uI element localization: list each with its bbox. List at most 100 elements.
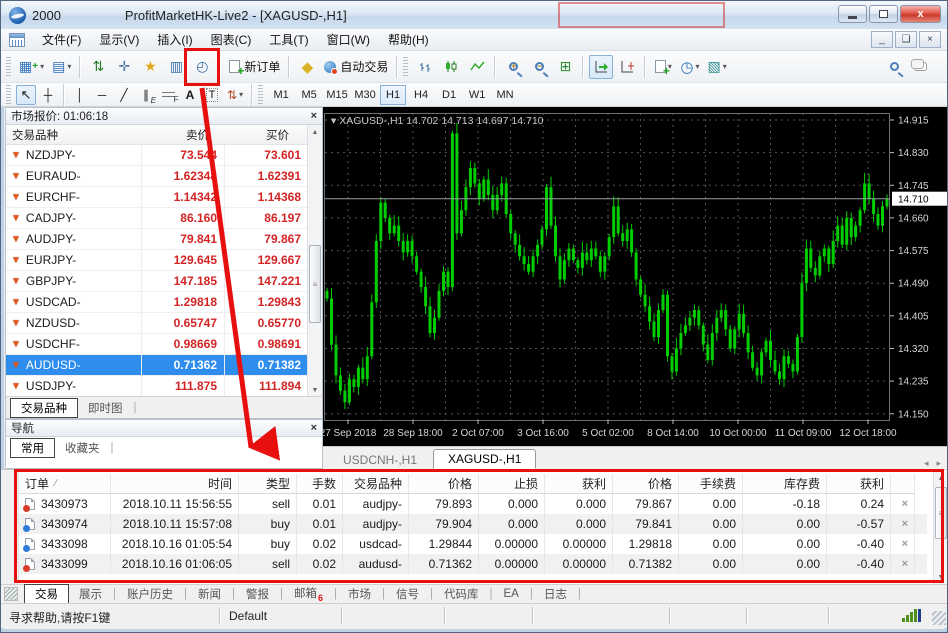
scroll-right-icon[interactable]: ▸ [936,458,941,469]
market-watch-row[interactable]: ▼ CADJPY- 86.160 86.197 [6,208,322,229]
new-order-button[interactable]: + 新订单 [226,55,283,79]
orders-column-5[interactable]: 交易品种 [343,474,409,494]
market-watch-row[interactable]: ▼ EURAUD- 1.62348 1.62391 [6,166,322,187]
zoom-in-button[interactable]: + [501,55,525,79]
navigator-toggle-button[interactable]: ★ [138,55,162,79]
orders-column-1[interactable]: 订单 ∕ [19,474,111,494]
scroll-up-icon[interactable]: ▲ [934,471,947,485]
terminal-tab-9[interactable]: 代码库 [434,585,489,603]
column-ask[interactable]: 买价 [215,127,295,143]
crosshair-tool-button[interactable]: ┼ [38,85,58,105]
market-watch-row[interactable]: ▼ EURJPY- 129.645 129.667 [6,250,322,271]
metaeditor-button[interactable]: ◆ [295,55,319,79]
chart-window-icon[interactable] [9,32,25,47]
toolbar-grip[interactable] [258,84,264,105]
mdi-restore-button[interactable]: ❏ [895,31,917,48]
navigator-tab-1[interactable]: 常用 [10,438,55,458]
panel-grip-icon[interactable] [4,587,18,601]
navigator-close-icon[interactable]: × [311,422,317,434]
terminal-tab-1[interactable]: 交易 [24,584,69,604]
strategy-tester-button[interactable]: ◴ [190,55,214,79]
orders-column-12[interactable]: 获利 [827,474,891,494]
close-order-icon[interactable]: × [902,498,908,510]
timeframe-h4[interactable]: H4 [408,85,434,105]
terminal-tab-5[interactable]: 警报 [236,585,279,603]
toolbar-grip[interactable] [403,56,409,77]
line-chart-button[interactable] [465,55,489,79]
profiles-button[interactable]: ▤ ▾ [49,55,74,79]
text-tool-button[interactable]: A [180,85,200,105]
chat-button[interactable] [908,55,932,79]
market-watch-title-bar[interactable]: 市场报价: 01:06:18 × [6,108,322,125]
search-button[interactable] [882,55,906,79]
timeframe-m5[interactable]: M5 [296,85,322,105]
market-watch-row[interactable]: ▼ USDJPY- 111.875 111.894 [6,376,322,397]
new-chart-button[interactable]: ▦ + ▾ [16,55,47,79]
market-watch-toggle-button[interactable]: ⇅ [86,55,110,79]
timeframe-m30[interactable]: M30 [352,85,378,105]
market-watch-row[interactable]: ▼ AUDJPY- 79.841 79.867 [6,229,322,250]
terminal-tab-11[interactable]: 日志 [534,585,577,603]
scroll-thumb[interactable]: ≡ [935,487,947,539]
close-button[interactable]: x [900,5,941,23]
indicators-button[interactable]: + ▾ [651,55,675,79]
terminal-tab-10[interactable]: EA [494,587,529,601]
terminal-scrollbar[interactable]: ▲ ≡ ▼ [933,471,947,584]
scroll-thumb[interactable]: ≡ [309,245,321,323]
chart-tab-1[interactable]: USDCNH-,H1 [329,451,431,469]
orders-column-2[interactable]: 时间 [111,474,239,494]
timeframe-mn[interactable]: MN [492,85,518,105]
restore-button[interactable] [869,5,898,23]
order-row[interactable]: 3430973 2018.10.11 15:56:55 sell 0.01 audjpy… [19,494,927,514]
orders-column-3[interactable]: 类型 [239,474,297,494]
vertical-line-tool-button[interactable]: │ [70,85,90,105]
periods-button[interactable]: ◷ ▾ [677,55,702,79]
market-watch-row[interactable]: ▼ USDCAD- 1.29818 1.29843 [6,292,322,313]
orders-column-7[interactable]: 止损 [479,474,545,494]
scroll-up-icon[interactable]: ▲ [308,125,322,139]
title-bar[interactable]: 2000 ProfitMarketHK-Live2 - [XAGUSD-,H1]… [1,1,947,29]
order-row[interactable]: 3433098 2018.10.16 01:05:54 buy 0.02 usdcad-… [19,534,927,554]
market-watch-row[interactable]: ▼ EURCHF- 1.14342 1.14368 [6,187,322,208]
navigator-title-bar[interactable]: 导航 × [6,420,322,437]
equidistant-channel-tool-button[interactable]: ∥ E [136,85,156,105]
mdi-close-button[interactable]: × [919,31,941,48]
toolbar-grip[interactable] [6,56,11,77]
terminal-tab-3[interactable]: 账户历史 [117,585,183,603]
terminal-toggle-button[interactable]: ▥ [164,55,188,79]
tile-windows-button[interactable]: ⊞ [553,55,577,79]
bar-chart-button[interactable] [413,55,437,79]
terminal-tab-8[interactable]: 信号 [386,585,429,603]
scroll-left-icon[interactable]: ◂ [924,458,929,469]
menu-item[interactable]: 工具(T) [260,29,317,50]
chart-canvas[interactable]: 14.915 14.830 14.745 14.660 14.575 14.490 14.4… [320,107,947,446]
timeframe-m15[interactable]: M15 [324,85,350,105]
data-window-button[interactable]: ✛ [112,55,136,79]
text-label-tool-button[interactable]: T [202,85,222,105]
orders-column-8[interactable]: 获利 [545,474,613,494]
column-symbol[interactable]: 交易品种 [6,127,142,143]
menu-item[interactable]: 帮助(H) [379,29,438,50]
timeframe-h1[interactable]: H1 [380,84,407,105]
orders-column-10[interactable]: 手续费 [679,474,743,494]
close-order-icon[interactable]: × [902,558,908,570]
market-watch-scrollbar[interactable]: ▲ ≡ ▼ [307,125,322,397]
status-profile[interactable]: Default [229,609,267,623]
candlestick-button[interactable] [439,55,463,79]
auto-scroll-button[interactable] [589,54,614,79]
menu-item[interactable]: 文件(F) [33,29,90,50]
resize-grip[interactable] [932,611,946,625]
scroll-down-icon[interactable]: ▼ [308,383,322,397]
orders-column-9[interactable]: 价格 [613,474,679,494]
close-order-icon[interactable]: × [902,538,908,550]
timeframe-d1[interactable]: D1 [436,85,462,105]
orders-column-11[interactable]: 库存费 [743,474,827,494]
chart-tab-2[interactable]: XAGUSD-,H1 [433,449,537,469]
market-watch-row[interactable]: ▼ GBPJPY- 147.185 147.221 [6,271,322,292]
market-watch-row[interactable]: ▼ AUDUSD- 0.71362 0.71382 [6,355,322,376]
arrows-tool-button[interactable]: ⇅ ▾ [224,85,246,105]
mdi-minimize-button[interactable]: _ [871,31,893,48]
menu-item[interactable]: 图表(C) [202,29,261,50]
timeframe-m1[interactable]: M1 [268,85,294,105]
terminal-tab-6[interactable]: 邮箱6 [284,584,333,603]
